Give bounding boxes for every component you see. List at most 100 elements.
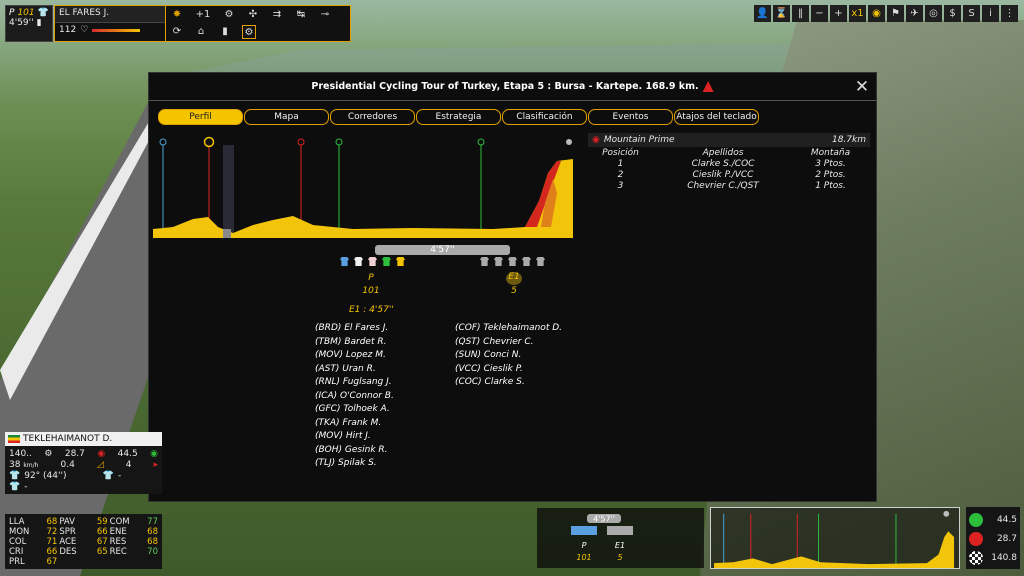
group-e1-label[interactable]: E1 (506, 272, 522, 285)
rider-list-item[interactable]: (COC) Clarke S. (455, 376, 562, 390)
speed-value: 140.. (9, 448, 32, 459)
effort-icon[interactable]: ⚙ (222, 8, 236, 22)
attribute-value: 59 (96, 517, 108, 527)
rider-list-item[interactable]: (TBM) Bardet R. (315, 336, 394, 350)
attribute-value: 70 (147, 547, 158, 557)
rider-list-item[interactable]: (VCC) Cieslik P. (455, 363, 562, 377)
minus-icon[interactable]: − (811, 5, 828, 22)
rider-list-item[interactable]: (TLJ) Spilak S. (315, 457, 394, 471)
tab-bar: Perfil Mapa Corredores Estrategia Clasif… (158, 109, 760, 125)
blue-jersey-icon (340, 257, 349, 266)
follow-icon[interactable]: ✣ (246, 8, 260, 22)
tab-estrategia[interactable]: Estrategia (416, 109, 501, 125)
attack-icon[interactable]: ✸ (170, 8, 184, 22)
climb-icon: ◉ (97, 448, 106, 459)
feed-icon[interactable]: ⌂ (194, 25, 208, 39)
climb-point-icon (969, 531, 983, 546)
attribute-value: 68 (147, 537, 158, 547)
grey-jersey-icon (480, 257, 489, 266)
stage-profile[interactable] (153, 133, 575, 243)
bottle-icon: ▮ (36, 18, 42, 28)
cell-points: 1 Ptos. (815, 180, 846, 191)
sprint-distance: 44.5 (996, 514, 1017, 525)
dollar-icon[interactable]: $ (944, 5, 961, 22)
rider-list-item[interactable]: (TKA) Frank M. (315, 417, 394, 431)
speed-icon[interactable]: x1 (849, 5, 866, 22)
tab-mapa[interactable]: Mapa (244, 109, 329, 125)
stage-dialog: Presidential Cycling Tour of Turkey, Eta… (148, 72, 877, 502)
rider-list-item[interactable]: (MOV) Lopez M. (315, 349, 394, 363)
rider-list-item[interactable]: (BOH) Gesink R. (315, 444, 394, 458)
energy-value: 112 (59, 25, 77, 35)
arrow-icon[interactable]: ⊸ (318, 8, 332, 22)
grey-jersey-icon (522, 257, 531, 266)
eye-icon[interactable]: ◉ (868, 5, 885, 22)
attribute-item: COL 71 (9, 537, 57, 547)
rider-list-item[interactable]: (QST) Chevrier C. (455, 336, 562, 350)
plus-icon[interactable]: + (830, 5, 847, 22)
tab-perfil[interactable]: Perfil (158, 109, 243, 125)
table-header: Posición Apellidos Montaña (588, 147, 870, 158)
draft-icon[interactable]: ⟳ (170, 25, 184, 39)
white-jersey-icon (354, 257, 363, 266)
attribute-item: PRL 67 (9, 557, 57, 567)
attribute-value: 66 (96, 527, 108, 537)
user-icon[interactable]: 👤 (754, 5, 771, 22)
grey-jersey-icon (508, 257, 517, 266)
camera-icon[interactable]: ◎ (925, 5, 942, 22)
cell-rider: Chevrier C./QST (687, 180, 759, 191)
flags-icon[interactable]: ⚑ (887, 5, 904, 22)
breakaway-jerseys (480, 257, 545, 266)
kmh-unit: km/h (23, 461, 39, 469)
heart-icon: ♡ (80, 25, 89, 35)
helicopter-icon[interactable]: ✈ (906, 5, 923, 22)
header-surname: Apellidos (702, 147, 744, 158)
mini-e1-count: 5 (617, 553, 622, 562)
tab-corredores[interactable]: Corredores (330, 109, 415, 125)
rider-attributes: LLA 68 PAV 59 COM 77 MON 72 SPR 66 ENE 68 COL 71 ACE 67… (5, 514, 162, 569)
selected-rider-panel: TEKLEHAIMANOT D. 140.. ⚙ 28.7 ◉ 44.5 ◉ 3… (5, 432, 162, 494)
grey-jersey-icon (536, 257, 545, 266)
mini-e1-label: E1 (615, 541, 625, 550)
settings-icon[interactable]: ⚙ (242, 24, 256, 39)
rider-list-item[interactable]: (COF) Teklehaimanot D. (455, 322, 562, 336)
menu-icon[interactable]: ⋮ (1001, 5, 1018, 22)
rider-list-item[interactable]: (ICA) O'Connor B. (315, 390, 394, 404)
rider-list-item[interactable]: (BRD) El Fares J. (315, 322, 394, 336)
rider-card[interactable]: EL FARES J. 112 ♡ (54, 5, 166, 42)
attribute-key: COL (9, 537, 27, 547)
tab-clasificacion[interactable]: Clasificación (502, 109, 587, 125)
peloton-jerseys (340, 257, 405, 266)
close-button[interactable]: ✕ (852, 77, 872, 97)
relay-icon[interactable]: ↹ (294, 8, 308, 22)
mountain-prime-table: ◉ Mountain Prime 18.7km Posición Apellid… (588, 133, 870, 191)
polka-text: - (24, 481, 28, 492)
attribute-key: PAV (59, 517, 75, 527)
s-icon[interactable]: S (963, 5, 980, 22)
v2-value: 44.5 (117, 448, 138, 459)
rider-list-item[interactable]: (RNL) Fuglsang J. (315, 376, 394, 390)
attribute-key: COM (109, 517, 130, 527)
rider-list-item[interactable]: (MOV) Hirt J. (315, 430, 394, 444)
bottle-button-icon[interactable]: ▮ (218, 25, 232, 39)
hourglass-icon[interactable]: ⌛ (773, 5, 790, 22)
attribute-item: SPR 66 (59, 527, 107, 537)
grey-jersey-icon (494, 257, 503, 266)
group-letter: P (9, 8, 15, 18)
tab-atajos[interactable]: Atajos del teclado (674, 109, 759, 125)
attribute-key: DES (59, 547, 77, 557)
group-p-label[interactable]: P (365, 273, 377, 283)
v4-value: 4 (125, 459, 132, 470)
mini-stage-profile[interactable] (710, 507, 960, 569)
pause-icon[interactable]: ‖ (792, 5, 809, 22)
rider-list-item[interactable]: (SUN) Conci N. (455, 349, 562, 363)
pull-icon[interactable]: ⇉ (270, 8, 284, 22)
header-position: Posición (602, 147, 639, 158)
info-icon[interactable]: i (982, 5, 999, 22)
tab-eventos[interactable]: Eventos (588, 109, 673, 125)
selected-rider-name[interactable]: TEKLEHAIMANOT D. (23, 434, 112, 444)
rider-list-item[interactable]: (AST) Uran R. (315, 363, 394, 377)
mini-group-view: 4'57'' P E1 101 5 (537, 508, 704, 568)
rider-list-item[interactable]: (GFC) Tolhoek A. (315, 403, 394, 417)
energy-bar (92, 28, 141, 32)
